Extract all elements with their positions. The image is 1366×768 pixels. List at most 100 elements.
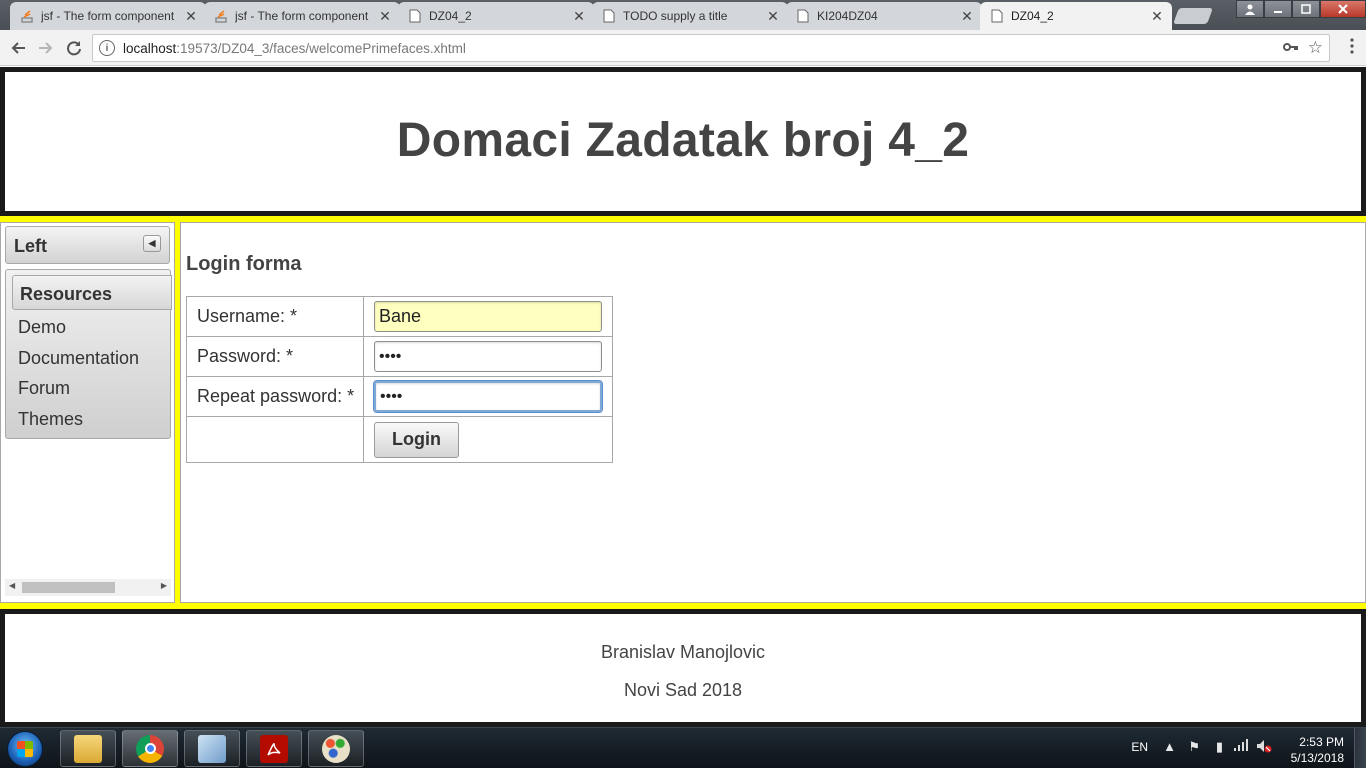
device-icon[interactable]: ▮ xyxy=(1216,739,1223,755)
user-icon[interactable] xyxy=(1236,0,1264,18)
close-window-icon[interactable] xyxy=(1320,0,1366,18)
layout: Domaci Zadatak broj 4_2 Left ◀ Resources… xyxy=(0,67,1366,727)
repeat-password-input[interactable] xyxy=(373,380,603,413)
scroll-left-icon[interactable]: ◀ xyxy=(9,581,15,590)
form-title: Login forma xyxy=(186,253,302,275)
maximize-icon[interactable] xyxy=(1292,0,1320,18)
tab-title: TODO supply a title xyxy=(623,9,728,23)
browser-toolbar: i localhost:19573/DZ04_3/faces/welcomePr… xyxy=(0,30,1366,66)
browser-tab[interactable]: TODO supply a title ✕ xyxy=(592,2,788,30)
windows-logo-icon xyxy=(17,741,33,757)
taskbar-acrobat[interactable] xyxy=(246,730,302,767)
paint-palette-icon xyxy=(322,734,350,763)
minimize-icon[interactable] xyxy=(1264,0,1292,18)
browser-tab-strip: jsf - The form component ✕ jsf - The for… xyxy=(0,0,1366,30)
west-panel: Left ◀ Resources Demo Documentation Foru… xyxy=(0,222,175,603)
window-controls xyxy=(1236,0,1366,20)
page-icon xyxy=(408,9,422,23)
password-label: Password: * xyxy=(186,336,364,377)
action-center-flag-icon[interactable]: ⚑ xyxy=(1188,739,1200,755)
tab-title: jsf - The form component xyxy=(235,9,369,23)
clock-time: 2:53 PM xyxy=(1299,735,1344,749)
menu-item-documentation[interactable]: Documentation xyxy=(18,348,139,369)
footer-place-year: Novi Sad 2018 xyxy=(623,680,743,700)
forward-arrow-icon[interactable] xyxy=(36,38,56,58)
page-title: Domaci Zadatak broj 4_2 xyxy=(396,114,970,167)
south-panel: Branislav Manojlovic Novi Sad 2018 xyxy=(0,609,1366,727)
show-desktop-button[interactable] xyxy=(1354,728,1366,768)
stackoverflow-icon xyxy=(20,9,34,23)
chrome-icon xyxy=(136,734,164,763)
username-input[interactable] xyxy=(374,301,602,332)
close-icon[interactable]: ✕ xyxy=(960,8,974,25)
menu-item-themes[interactable]: Themes xyxy=(18,409,83,430)
north-panel: Domaci Zadatak broj 4_2 xyxy=(0,67,1366,216)
menu-item-demo[interactable]: Demo xyxy=(18,317,66,338)
volume-muted-icon[interactable] xyxy=(1256,739,1272,756)
close-icon[interactable]: ✕ xyxy=(184,8,198,25)
browser-tab-active[interactable]: DZ04_2 ✕ xyxy=(980,2,1172,30)
clock[interactable]: 2:53 PM 5/13/2018 xyxy=(1291,734,1344,766)
password-input[interactable] xyxy=(374,341,602,372)
menu-heading-resources[interactable]: Resources xyxy=(12,275,172,310)
start-button[interactable] xyxy=(7,731,43,767)
close-icon[interactable]: ✕ xyxy=(766,8,780,25)
taskbar-paint[interactable] xyxy=(308,730,364,767)
language-indicator[interactable]: EN xyxy=(1131,740,1148,754)
west-panel-title: Left xyxy=(14,236,47,256)
browser-tab[interactable]: jsf - The form component ✕ xyxy=(204,2,400,30)
scrollbar-thumb[interactable] xyxy=(22,582,115,593)
menu-item-forum[interactable]: Forum xyxy=(18,378,70,399)
acrobat-icon xyxy=(260,734,288,763)
center-panel: Login forma Username: * Password: * Repe… xyxy=(180,222,1366,603)
close-icon[interactable]: ✕ xyxy=(378,8,392,25)
stackoverflow-icon xyxy=(214,9,228,23)
tab-title: DZ04_2 xyxy=(429,9,472,23)
west-panel-header: Left ◀ xyxy=(5,226,170,264)
browser-tab[interactable]: jsf - The form component ✕ xyxy=(10,2,206,30)
folder-icon xyxy=(74,734,102,763)
form-row-repeat-password: Repeat password: * xyxy=(186,376,613,417)
show-hidden-icons-icon[interactable]: ▲ xyxy=(1163,739,1176,754)
tab-title: DZ04_2 xyxy=(1011,9,1054,23)
kebab-menu-icon[interactable] xyxy=(1350,38,1354,54)
username-label: Username: * xyxy=(186,296,364,337)
taskbar-chrome[interactable] xyxy=(122,730,178,767)
network-icon[interactable] xyxy=(1234,739,1248,754)
tab-title: jsf - The form component xyxy=(41,9,175,23)
taskbar-explorer[interactable] xyxy=(60,730,116,767)
url-path: :19573/DZ04_3/faces/welcomePrimefaces.xh… xyxy=(176,40,466,56)
horizontal-scrollbar[interactable]: ◀ ▶ xyxy=(5,579,171,596)
page-icon xyxy=(602,9,616,23)
page-icon xyxy=(796,9,810,23)
collapse-left-icon[interactable]: ◀ xyxy=(143,235,161,252)
taskbar: EN ▲ ⚑ ▮ 2:53 PM 5/13/2018 xyxy=(0,727,1366,768)
url-host: localhost xyxy=(123,40,177,56)
form-row-actions: Login xyxy=(186,416,613,463)
reload-icon[interactable] xyxy=(64,38,84,58)
browser-tab[interactable]: KI204DZ04 ✕ xyxy=(786,2,982,30)
key-icon[interactable] xyxy=(1283,40,1299,56)
login-form-grid: Username: * Password: * Repeat password:… xyxy=(186,296,613,463)
clock-date: 5/13/2018 xyxy=(1290,751,1344,765)
close-icon[interactable]: ✕ xyxy=(572,8,586,25)
login-button[interactable]: Login xyxy=(374,421,459,458)
system-tray: EN ▲ ⚑ ▮ 2:53 PM 5/13/2018 xyxy=(1106,728,1366,768)
bookmark-star-icon[interactable]: ☆ xyxy=(1308,38,1323,58)
back-arrow-icon[interactable] xyxy=(8,38,28,58)
browser-tab[interactable]: DZ04_2 ✕ xyxy=(398,2,594,30)
repeat-password-label: Repeat password: * xyxy=(186,376,364,417)
address-bar[interactable]: i localhost:19573/DZ04_3/faces/welcomePr… xyxy=(92,34,1330,62)
scroll-right-icon[interactable]: ▶ xyxy=(161,581,167,590)
close-icon[interactable]: ✕ xyxy=(1150,8,1164,25)
cube-icon xyxy=(198,734,226,763)
tab-title: KI204DZ04 xyxy=(817,9,878,23)
page-icon xyxy=(990,9,1004,23)
taskbar-virtualbox[interactable] xyxy=(184,730,240,767)
resources-menu: Resources Demo Documentation Forum Theme… xyxy=(5,269,172,439)
new-tab-button[interactable] xyxy=(1173,8,1213,24)
form-row-username: Username: * xyxy=(186,296,613,337)
info-icon[interactable]: i xyxy=(99,40,115,56)
form-row-password: Password: * xyxy=(186,336,613,377)
footer-author: Branislav Manojlovic xyxy=(600,642,766,662)
